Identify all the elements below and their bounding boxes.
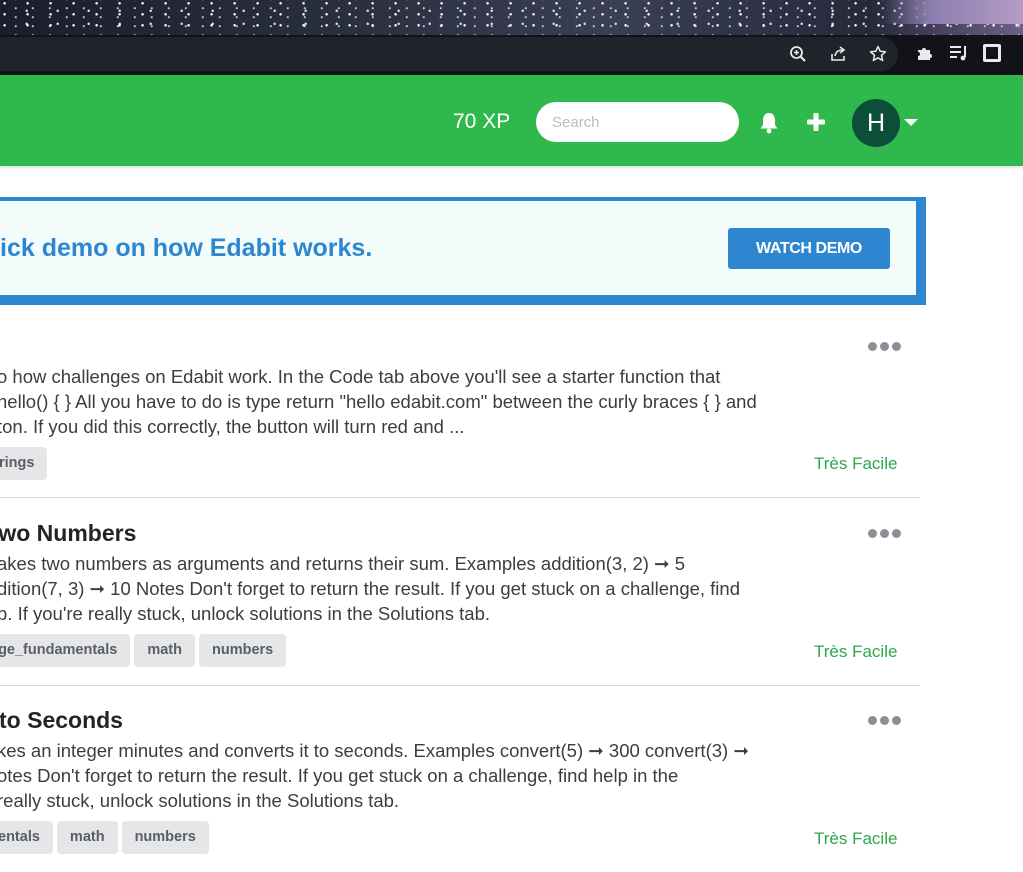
tag[interactable]: math <box>134 634 195 667</box>
create-plus-icon[interactable] <box>804 110 828 134</box>
demo-banner-text: ick demo on how Edabit works. <box>0 234 373 262</box>
divider <box>0 685 920 686</box>
notifications-bell-icon[interactable] <box>758 111 780 135</box>
extensions-puzzle-icon[interactable] <box>915 43 935 63</box>
media-queue-icon[interactable] <box>949 43 969 63</box>
more-options-icon[interactable] <box>868 342 901 351</box>
account-dropdown-caret-icon[interactable] <box>904 119 918 126</box>
challenge-description: kes an integer minutes and converts it t… <box>0 740 749 811</box>
tag[interactable]: numbers <box>121 821 209 854</box>
challenge-title[interactable]: Two Numbers <box>0 520 136 547</box>
side-panel-icon[interactable] <box>983 44 1001 62</box>
wallpaper-nebula <box>883 0 1023 24</box>
browser-toolbar <box>0 35 1023 75</box>
more-options-icon[interactable] <box>868 529 901 538</box>
search-input[interactable] <box>536 102 739 142</box>
share-icon[interactable] <box>828 44 848 64</box>
tag[interactable]: rings <box>0 447 48 480</box>
tag[interactable]: numbers <box>198 634 287 667</box>
user-avatar[interactable]: H <box>852 99 900 147</box>
challenge-description: akes two numbers as arguments and return… <box>0 553 740 624</box>
tag[interactable]: math <box>56 821 118 854</box>
difficulty-label: Très Facile <box>814 642 898 661</box>
tag[interactable]: age_fundamentals <box>0 634 131 667</box>
address-bar[interactable] <box>0 37 898 71</box>
watch-demo-button[interactable]: WATCH DEMO <box>728 228 890 269</box>
browser-tab-strip-background <box>0 0 1023 35</box>
challenge-title[interactable]: to Seconds <box>0 707 123 734</box>
challenge-tags: entals math numbers <box>0 821 209 854</box>
challenge-description: o how challenges on Edabit work. In the … <box>0 366 757 437</box>
bookmark-star-icon[interactable] <box>868 44 888 64</box>
more-options-icon[interactable] <box>868 716 901 725</box>
challenge-tags: age_fundamentals math numbers <box>0 634 287 667</box>
xp-counter[interactable]: 70 XP <box>453 110 510 134</box>
challenge-tags: rings <box>0 447 48 480</box>
tag[interactable]: entals <box>0 821 53 854</box>
site-header: 70 XP H <box>0 75 1023 166</box>
divider <box>0 497 920 498</box>
difficulty-label: Très Facile <box>814 829 898 848</box>
zoom-icon[interactable] <box>788 44 808 64</box>
difficulty-label: Très Facile <box>814 454 898 473</box>
